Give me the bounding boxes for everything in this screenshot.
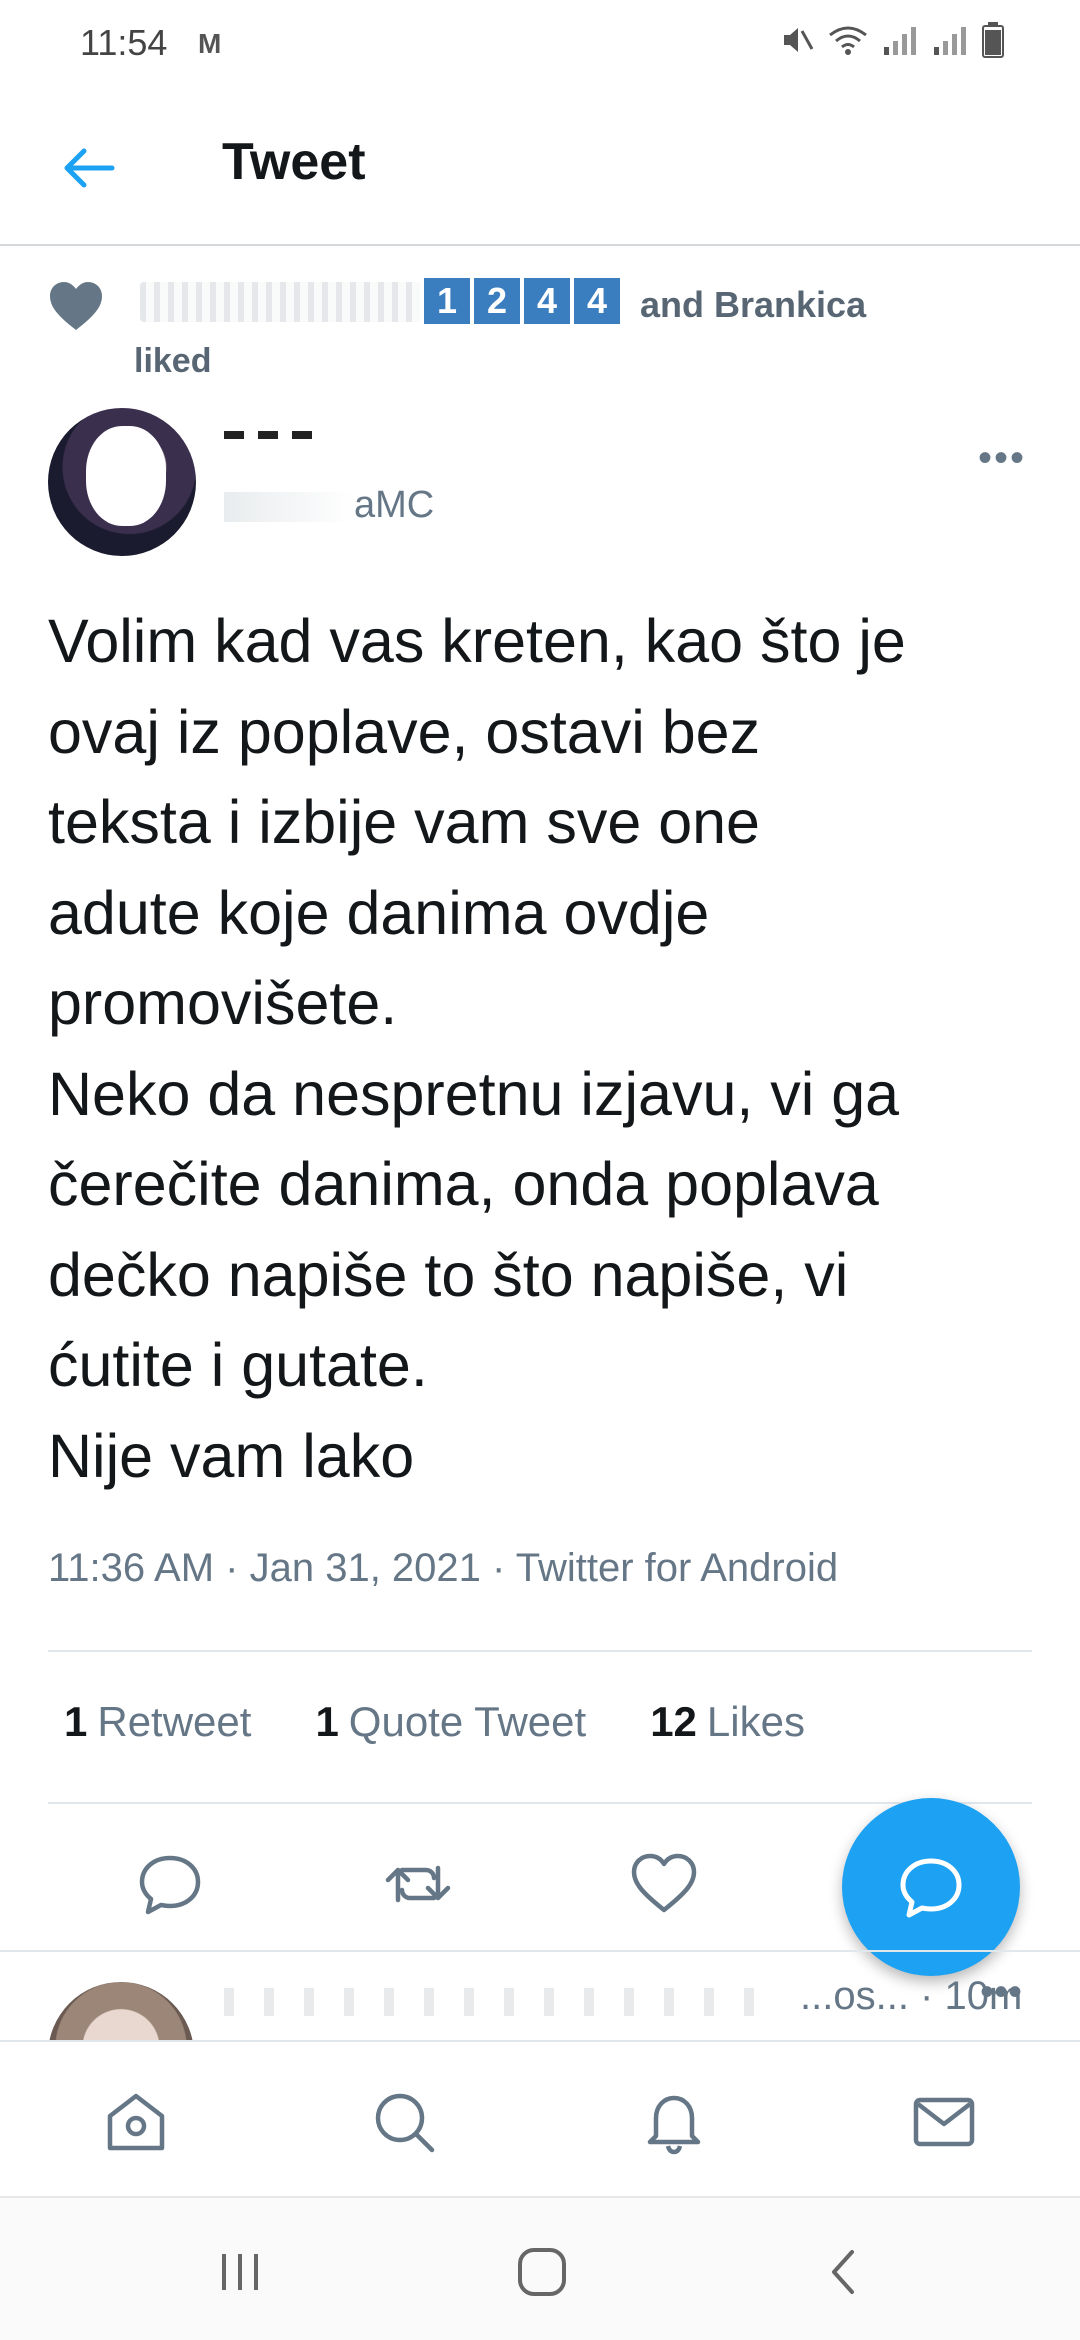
status-time: 11:54 [80, 22, 168, 63]
retweet-icon[interactable] [382, 1848, 454, 1920]
reply-bubble-icon [900, 1858, 962, 1918]
status-icons [780, 22, 1004, 58]
search-icon[interactable] [368, 2086, 440, 2158]
tweet-meta: 11:36 AM · Jan 31, 2021 · Twitter for An… [48, 1546, 839, 1590]
heart-filled-icon [50, 282, 102, 330]
status-bar: 11:54 M [0, 0, 1080, 88]
like-icon[interactable] [628, 1848, 700, 1920]
gmail-icon: M [198, 28, 222, 59]
notifications-bell-icon[interactable] [638, 2086, 710, 2158]
tweet-text: Volim kad vas kreten, kao što je ovaj iz… [48, 607, 906, 1490]
badge: 4 [524, 278, 570, 324]
author-handle[interactable]: aMC [224, 484, 434, 527]
reply-icon[interactable] [134, 1848, 206, 1920]
badge: 1 [424, 278, 470, 324]
divider [48, 1802, 1032, 1804]
badge: 4 [574, 278, 620, 324]
quote-tweet-count[interactable]: 1 Quote Tweet [315, 1698, 586, 1746]
reply-preview[interactable]: ...os... · 10m ••• [0, 1950, 1080, 2040]
badge: 2 [474, 278, 520, 324]
avatar[interactable] [48, 1982, 194, 2040]
top-app-bar: Tweet [0, 88, 1080, 246]
redacted-handle [224, 491, 354, 522]
messages-envelope-icon[interactable] [908, 2086, 980, 2158]
wifi-icon [829, 26, 867, 55]
page-title: Tweet [222, 133, 366, 191]
tweet-time: 11:36 AM [48, 1546, 215, 1590]
redacted-name [140, 282, 420, 322]
battery-icon [982, 22, 1004, 58]
signal-icon [934, 27, 966, 55]
divider [48, 1650, 1032, 1652]
recent-apps-icon[interactable] [210, 2242, 270, 2302]
home-icon[interactable] [100, 2086, 172, 2158]
back-button-icon[interactable] [814, 2242, 874, 2302]
more-options-icon[interactable]: ••• [978, 436, 1026, 481]
social-context[interactable]: 1 2 4 4 and Brankica liked [0, 262, 1080, 392]
context-liked: liked [134, 342, 212, 380]
likes-count[interactable]: 12 Likes [650, 1698, 805, 1746]
system-navigation-bar [0, 2196, 1080, 2340]
tweet-source[interactable]: Twitter for Android [516, 1546, 838, 1590]
mute-icon [784, 28, 814, 52]
redacted-face [86, 426, 166, 526]
more-options-icon[interactable]: ••• [980, 1970, 1022, 2015]
context-text: and Brankica [640, 284, 867, 325]
number-badges: 1 2 4 4 [424, 278, 620, 324]
tweet-date: Jan 31, 2021 [249, 1546, 481, 1590]
home-button-icon[interactable] [512, 2242, 572, 2302]
bottom-tab-bar [0, 2040, 1080, 2196]
redacted-name [224, 1988, 784, 2016]
avatar[interactable] [48, 408, 196, 556]
arrow-left-icon[interactable] [58, 138, 118, 198]
handle-suffix: aMC [354, 484, 435, 526]
author-name-redacted[interactable] [224, 426, 364, 466]
tweet-stats: 1 Retweet 1 Quote Tweet 12 Likes [64, 1698, 805, 1746]
retweet-count[interactable]: 1 Retweet [64, 1698, 251, 1746]
signal-icon [884, 27, 916, 55]
